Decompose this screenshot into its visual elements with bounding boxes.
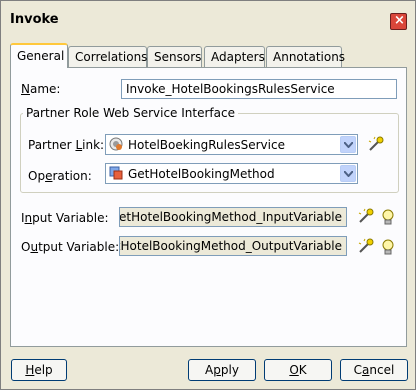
invoke-dialog: Invoke × General Correlations Sensors Ad…	[0, 0, 416, 390]
title-bar: Invoke ×	[1, 1, 415, 39]
tab-adapters[interactable]: Adapters	[204, 46, 265, 67]
tab-general[interactable]: General	[10, 43, 68, 68]
browse-wand-icon[interactable]	[357, 207, 375, 225]
chevron-down-icon	[344, 142, 353, 148]
output-variable-value: GetHotelBookingMethod_OutputVariable	[119, 239, 342, 253]
tab-label: Adapters	[211, 50, 265, 64]
operation-label: Operation:	[28, 169, 92, 183]
output-variable-label: Output Variable:	[21, 240, 120, 254]
dropdown-button[interactable]	[340, 136, 356, 153]
tab-label: Correlations	[75, 50, 148, 64]
tab-correlations[interactable]: Correlations	[68, 46, 147, 67]
apply-button[interactable]: Apply	[188, 359, 256, 381]
tab-label: Sensors	[154, 50, 202, 64]
partner-link-value: HotelBoekingRulesService	[128, 138, 285, 152]
browse-wand-icon[interactable]	[367, 135, 385, 153]
input-variable-field[interactable]: GetHotelBookingMethod_InputVariable	[119, 207, 347, 227]
help-button[interactable]: Help	[11, 359, 67, 381]
partner-link-label: Partner Link:	[28, 138, 105, 152]
tab-annotations[interactable]: Annotations	[266, 46, 346, 67]
input-variable-value: GetHotelBookingMethod_InputVariable	[119, 210, 342, 224]
dropdown-button[interactable]	[340, 165, 356, 182]
name-field[interactable]: Invoke_HotelBookingsRulesService	[121, 79, 397, 99]
service-icon	[109, 137, 123, 151]
operation-select[interactable]: GetHotelBookingMethod	[105, 163, 358, 184]
input-variable-label: Input Variable:	[21, 211, 109, 225]
close-button[interactable]: ×	[390, 13, 407, 30]
output-variable-field[interactable]: GetHotelBookingMethod_OutputVariable	[119, 236, 347, 256]
create-lightbulb-icon[interactable]	[379, 238, 397, 256]
ok-button[interactable]: OK	[264, 359, 332, 381]
operation-value: GetHotelBookingMethod	[128, 167, 275, 181]
window-title: Invoke	[10, 12, 59, 27]
name-label: Name:	[21, 82, 61, 96]
create-lightbulb-icon[interactable]	[379, 208, 397, 226]
cancel-button[interactable]: Cancel	[340, 359, 408, 381]
tab-label: Annotations	[273, 50, 346, 64]
browse-wand-icon[interactable]	[357, 237, 375, 255]
group-title: Partner Role Web Service Interface	[23, 106, 238, 120]
chevron-down-icon	[344, 171, 353, 177]
tab-label: General	[17, 49, 65, 63]
tab-sensors[interactable]: Sensors	[147, 46, 202, 67]
operation-icon	[109, 166, 123, 180]
close-icon: ×	[394, 13, 405, 28]
name-value: Invoke_HotelBookingsRulesService	[126, 82, 335, 96]
partner-link-select[interactable]: HotelBoekingRulesService	[105, 134, 358, 155]
